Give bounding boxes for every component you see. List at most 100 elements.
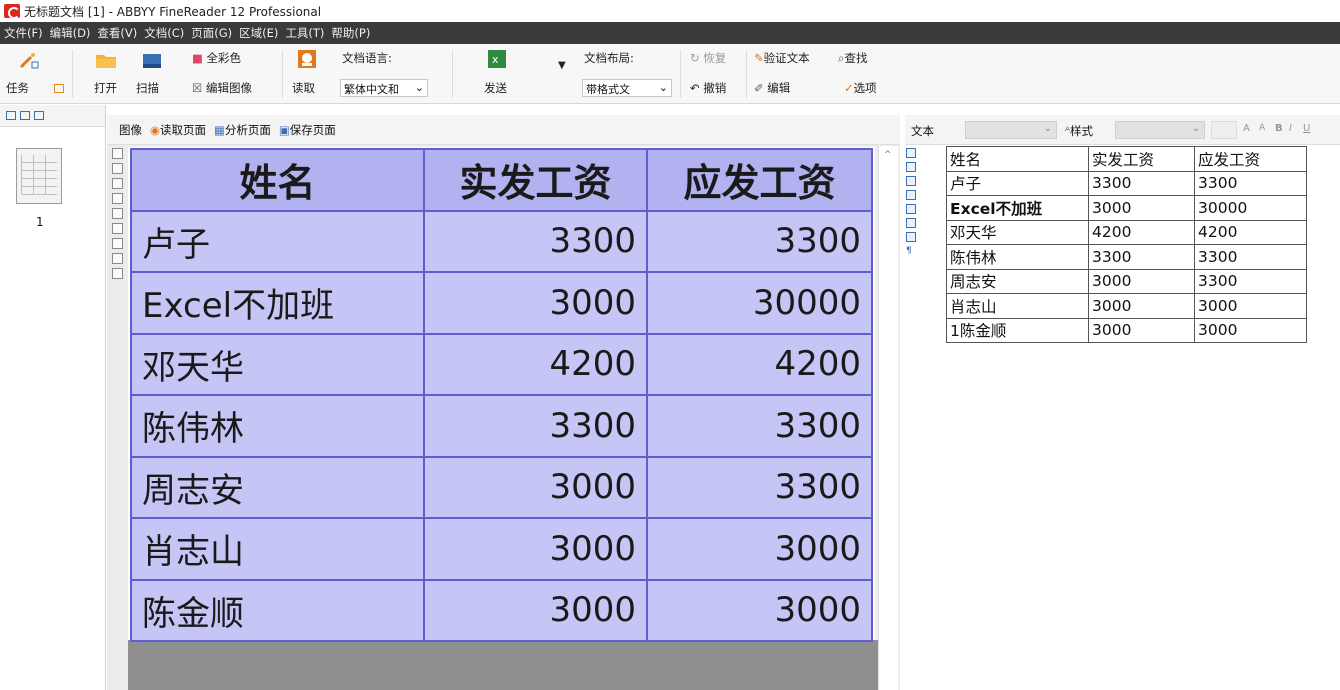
pointer-icon[interactable] (112, 253, 123, 264)
chevron-down-icon: ⌄ (658, 81, 668, 94)
text-table-cell[interactable]: 邓天华 (946, 219, 1089, 245)
find-button[interactable]: ⌕查找 (838, 50, 867, 66)
style-select[interactable]: ⌄ (1115, 121, 1205, 139)
menu-file[interactable]: 文件(F) (4, 25, 43, 41)
text-table-cell[interactable]: 4200 (1088, 219, 1195, 245)
text-table-cell[interactable]: 卢子 (946, 170, 1089, 196)
text-table-cell[interactable]: 3000 (1088, 268, 1195, 294)
text-table-cell[interactable]: 4200 (1194, 219, 1307, 245)
barcode-area-icon[interactable] (112, 223, 123, 234)
text-tool-icon[interactable] (906, 232, 916, 242)
doc-language-value: 繁体中文和 (344, 83, 399, 96)
text-table-cell[interactable]: 3300 (1088, 170, 1195, 196)
analyze-page-button[interactable]: ▦分析页面 (214, 122, 271, 138)
open-button[interactable]: 打开 (94, 80, 117, 96)
redo-button[interactable]: ↻ 恢复 (690, 50, 726, 66)
table-cell: 邓天华 (130, 332, 425, 396)
text-table-cell[interactable]: 3300 (1194, 268, 1307, 294)
text-table-cell[interactable]: 1陈金顺 (946, 317, 1089, 343)
text-pane-title: 文本 (911, 124, 934, 138)
edit-image-button[interactable]: ☒ 编辑图像 (192, 80, 252, 96)
text-pane-tools: ¶ (906, 148, 920, 288)
text-table-cell[interactable]: 3300 (1194, 244, 1307, 270)
thumbnails-view-icon[interactable] (6, 111, 16, 120)
send-dropdown-icon[interactable]: ▼ (558, 60, 566, 71)
picture-area-icon[interactable] (112, 193, 123, 204)
zoom-icon[interactable] (112, 268, 123, 279)
task-button[interactable]: 任务 (6, 80, 29, 96)
table-area-icon[interactable] (112, 178, 123, 189)
italic-icon[interactable]: I (1289, 123, 1292, 134)
edit-button[interactable]: ✐ 编辑 (754, 80, 790, 96)
scan-button[interactable]: 扫描 (136, 80, 159, 96)
select-area-icon[interactable] (112, 148, 123, 159)
scanned-table-area[interactable]: 姓名 实发工资 应发工资 卢子 3300 3300 Excel不加班 3000 … (130, 148, 873, 642)
list-view-icon[interactable] (34, 111, 44, 120)
doc-language-select[interactable]: 繁体中文和 ⌄ (340, 79, 428, 97)
bold-icon[interactable]: B (1275, 123, 1283, 134)
options-button[interactable]: ✓选项 (844, 80, 877, 96)
text-tool-icon[interactable] (906, 148, 916, 158)
paragraph-mark-icon[interactable]: ¶ (906, 246, 916, 256)
redo-label: 恢复 (703, 51, 727, 65)
table-header-cell: 实发工资 (423, 148, 648, 212)
text-table-header-cell[interactable]: 姓名 (946, 146, 1089, 172)
read-page-button[interactable]: ◉读取页面 (150, 122, 206, 138)
text-table-cell[interactable]: 3000 (1088, 317, 1195, 343)
menu-page[interactable]: 页面(G) (191, 25, 232, 41)
task-dropdown-icon[interactable] (54, 84, 64, 93)
font-size-select[interactable] (1211, 121, 1237, 139)
text-table-cell[interactable]: 肖志山 (946, 293, 1089, 319)
text-table-cell[interactable]: 3000 (1088, 293, 1195, 319)
verify-text-button[interactable]: ✎验证文本 (754, 50, 810, 66)
text-table-cell[interactable]: 3300 (1088, 244, 1195, 270)
save-page-icon: ▣ (278, 122, 290, 137)
text-table-header-cell[interactable]: 应发工资 (1194, 146, 1307, 172)
text-tool-icon[interactable] (906, 190, 916, 200)
grow-font-icon[interactable]: A (1243, 123, 1250, 134)
underline-icon[interactable]: U (1303, 123, 1310, 134)
table-cell: 3000 (423, 455, 648, 519)
text-tool-icon[interactable] (906, 204, 916, 214)
undo-button[interactable]: ↶ 撤销 (690, 80, 726, 96)
options-label: 选项 (853, 81, 877, 95)
text-tool-icon[interactable] (906, 218, 916, 228)
menu-area[interactable]: 区域(E) (239, 25, 278, 41)
text-table-cell[interactable]: 3000 (1194, 293, 1307, 319)
eraser-icon[interactable] (112, 238, 123, 249)
text-table-cell[interactable]: 3000 (1088, 195, 1195, 221)
image-vertical-scrollbar[interactable]: ^ (878, 146, 898, 690)
text-table-cell[interactable]: 陈伟林 (946, 244, 1089, 270)
text-table-cell[interactable]: 3000 (1194, 317, 1307, 343)
doc-layout-select[interactable]: 带格式文 ⌄ (582, 79, 672, 97)
menu-tools[interactable]: 工具(T) (285, 25, 324, 41)
table-row: 卢子 3300 3300 (130, 209, 873, 273)
text-table-cell[interactable]: Excel不加班 (946, 195, 1089, 221)
details-view-icon[interactable] (20, 111, 30, 120)
text-table-cell[interactable]: 3300 (1194, 170, 1307, 196)
background-area-icon[interactable] (112, 208, 123, 219)
text-table-cell[interactable]: 周志安 (946, 268, 1089, 294)
font-select[interactable]: ⌄ (965, 121, 1057, 139)
table-cell: 3000 (423, 271, 648, 335)
scroll-up-icon[interactable]: ^ (884, 150, 892, 160)
shrink-font-icon[interactable]: A (1259, 123, 1265, 133)
menu-help[interactable]: 帮助(P) (331, 25, 370, 41)
menu-edit[interactable]: 编辑(D) (50, 25, 91, 41)
recognized-text-table[interactable]: 姓名 实发工资 应发工资 卢子 3300 3300 Excel不加班 3000 … (946, 146, 1307, 343)
page-thumbnail[interactable] (16, 148, 62, 204)
table-cell: 3300 (423, 209, 648, 273)
full-color-button[interactable]: ■ 全彩色 (192, 50, 241, 66)
text-table-cell[interactable]: 30000 (1194, 195, 1307, 221)
text-table-header-cell[interactable]: 实发工资 (1088, 146, 1195, 172)
table-cell: 3000 (646, 517, 873, 581)
menu-view[interactable]: 查看(V) (97, 25, 137, 41)
read-button[interactable]: 读取 (292, 80, 315, 96)
menu-document[interactable]: 文档(C) (144, 25, 184, 41)
text-tool-icon[interactable] (906, 176, 916, 186)
text-tool-icon[interactable] (906, 162, 916, 172)
save-page-button[interactable]: ▣保存页面 (279, 122, 336, 138)
text-area-icon[interactable] (112, 163, 123, 174)
send-button[interactable]: 发送 (484, 80, 507, 96)
table-cell: 3000 (423, 517, 648, 581)
